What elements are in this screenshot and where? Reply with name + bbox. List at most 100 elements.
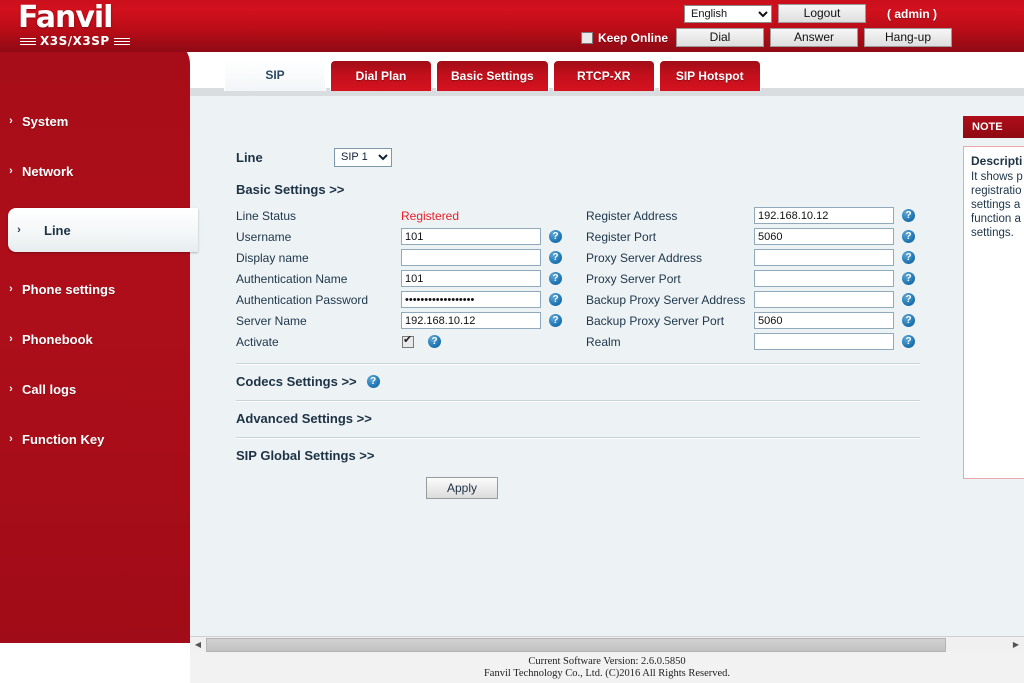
tab-bar: SIP Dial Plan Basic Settings RTCP-XR SIP Hot… xyxy=(224,58,761,91)
input-authentication-password[interactable] xyxy=(401,291,541,308)
help-icon[interactable]: ? xyxy=(549,272,562,285)
help-icon[interactable]: ? xyxy=(549,293,562,306)
field-row: Authentication Password? xyxy=(236,289,586,310)
app-header: Fanvil X3S/X3SP English Logout ( admin )… xyxy=(0,0,1024,52)
sidebar-item-line[interactable]: › Line xyxy=(8,208,198,252)
input-proxy-server-port[interactable] xyxy=(754,270,894,287)
field-label: Proxy Server Port xyxy=(586,271,681,286)
divider-sip-global xyxy=(236,437,920,439)
chevron-right-icon: › xyxy=(9,283,13,295)
help-icon[interactable]: ? xyxy=(902,209,915,222)
field-label: Backup Proxy Server Port xyxy=(586,313,725,328)
field-row: Username? xyxy=(236,226,586,247)
answer-button[interactable]: Answer xyxy=(770,28,858,47)
scrollbar-track[interactable] xyxy=(206,636,1008,653)
note-line: registratio xyxy=(971,185,1022,197)
field-row: Activate? xyxy=(236,331,586,352)
input-register-port[interactable] xyxy=(754,228,894,245)
scroll-left-arrow-icon[interactable]: ◀ xyxy=(190,636,206,653)
sidebar-item-function-key[interactable]: › Function Key xyxy=(0,426,190,452)
tab-sip[interactable]: SIP xyxy=(224,58,326,91)
sidebar-item-label: Phone settings xyxy=(22,281,116,297)
tab-sip-hotspot[interactable]: SIP Hotspot xyxy=(658,60,761,91)
chevron-right-icon: › xyxy=(9,165,13,177)
sidebar-item-label: Function Key xyxy=(22,431,105,447)
note-line: function a xyxy=(971,213,1021,225)
input-username[interactable] xyxy=(401,228,541,245)
help-icon[interactable]: ? xyxy=(428,335,441,348)
divider-advanced xyxy=(236,400,920,402)
line-select[interactable]: SIP 1SIP 2 xyxy=(334,147,392,167)
language-select[interactable]: English xyxy=(684,4,772,23)
input-authentication-name[interactable] xyxy=(401,270,541,287)
note-text-block: It shows p registratio settings a function … xyxy=(971,170,1024,240)
help-icon[interactable]: ? xyxy=(549,230,562,243)
scrollbar-thumb[interactable] xyxy=(206,637,946,652)
sidebar-item-phonebook[interactable]: › Phonebook xyxy=(0,326,190,352)
help-icon[interactable]: ? xyxy=(902,251,915,264)
field-row: Line Status Registered xyxy=(236,205,586,226)
sidebar-item-network[interactable]: › Network xyxy=(0,158,190,184)
input-backup-proxy-server-address[interactable] xyxy=(754,291,894,308)
basic-settings-header[interactable]: Basic Settings >> xyxy=(236,182,926,197)
help-icon[interactable]: ? xyxy=(902,335,915,348)
logout-button[interactable]: Logout xyxy=(778,4,866,23)
apply-row: Apply xyxy=(236,477,926,499)
sidebar-item-phone-settings[interactable]: › Phone settings xyxy=(0,276,190,302)
input-realm[interactable] xyxy=(754,333,894,350)
field-label: Register Port xyxy=(586,229,657,244)
note-line: It shows p xyxy=(971,171,1023,183)
settings-grid: Line StatusRegisteredUsername?Display na… xyxy=(236,205,926,352)
keep-online-checkbox[interactable] xyxy=(580,31,593,44)
sidebar-footer-filler xyxy=(0,643,190,683)
sidebar-item-call-logs[interactable]: › Call logs xyxy=(0,376,190,402)
sidebar-item-label: System xyxy=(22,113,69,129)
horizontal-scrollbar[interactable]: ◀ ▶ xyxy=(190,636,1024,653)
field-label: Proxy Server Address xyxy=(586,250,703,265)
input-backup-proxy-server-port[interactable] xyxy=(754,312,894,329)
help-icon[interactable]: ? xyxy=(549,314,562,327)
sip-global-settings-header[interactable]: SIP Global Settings >> xyxy=(236,448,926,463)
chevron-right-icon: › xyxy=(9,433,13,445)
field-row: Proxy Server Port? xyxy=(586,268,926,289)
logo-bars-right-icon xyxy=(113,37,130,45)
chevron-right-icon: › xyxy=(9,383,13,395)
help-icon[interactable]: ? xyxy=(902,293,915,306)
input-display-name[interactable] xyxy=(401,249,541,266)
tab-dial-plan[interactable]: Dial Plan xyxy=(330,60,432,91)
field-row: Register Port? xyxy=(586,226,926,247)
keep-online-group: Keep Online xyxy=(580,31,668,45)
brand-name: Fanvil xyxy=(18,0,113,35)
help-icon[interactable]: ? xyxy=(902,314,915,327)
basic-settings-label: Basic Settings >> xyxy=(236,182,345,197)
field-label: Server Name xyxy=(236,313,307,328)
logo-bars-left-icon xyxy=(20,37,36,45)
field-row: Realm? xyxy=(586,331,926,352)
input-proxy-server-address[interactable] xyxy=(754,249,894,266)
input-server-name[interactable] xyxy=(401,312,541,329)
tab-basic-settings[interactable]: Basic Settings xyxy=(436,60,549,91)
field-row: Server Name? xyxy=(236,310,586,331)
advanced-settings-header[interactable]: Advanced Settings >> xyxy=(236,411,926,426)
header-row-top: English Logout ( admin ) xyxy=(572,3,952,24)
codecs-settings-header[interactable]: Codecs Settings >> ? xyxy=(236,374,926,389)
sidebar-item-system[interactable]: › System xyxy=(0,108,190,134)
codecs-help-icon[interactable]: ? xyxy=(366,375,380,388)
field-label: Line Status xyxy=(236,208,297,223)
sidebar-item-label: Phonebook xyxy=(22,331,93,347)
apply-button[interactable]: Apply xyxy=(426,477,498,499)
dial-button[interactable]: Dial xyxy=(676,28,764,47)
activate-checkbox[interactable] xyxy=(402,334,414,348)
help-icon[interactable]: ? xyxy=(902,230,915,243)
line-selector-row: Line SIP 1SIP 2 xyxy=(236,144,926,170)
divider-codecs xyxy=(236,363,920,365)
hangup-button[interactable]: Hang-up xyxy=(864,28,952,47)
scroll-right-arrow-icon[interactable]: ▶ xyxy=(1008,636,1024,653)
tab-rtcp-xr[interactable]: RTCP-XR xyxy=(552,60,655,91)
input-register-address[interactable] xyxy=(754,207,894,224)
help-icon[interactable]: ? xyxy=(549,251,562,264)
settings-column-right: Register Address?Register Port?Proxy Ser… xyxy=(586,205,926,352)
help-icon[interactable]: ? xyxy=(902,272,915,285)
current-user-label: ( admin ) xyxy=(887,6,937,21)
field-row: Backup Proxy Server Address? xyxy=(586,289,926,310)
